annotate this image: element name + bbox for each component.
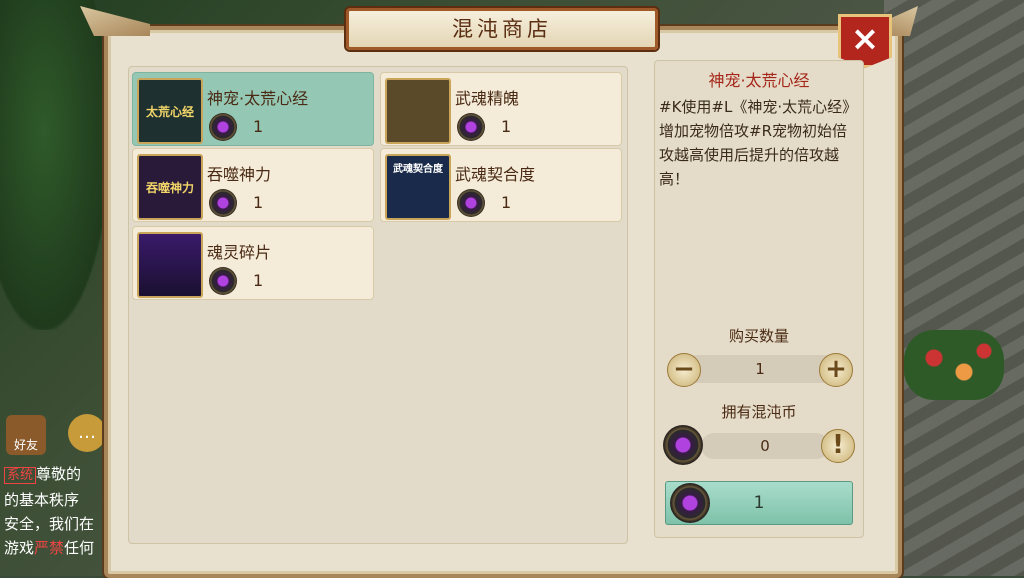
item-thumb-text (387, 80, 449, 142)
item-price: 1 (501, 193, 512, 212)
chat-icon[interactable]: … (68, 414, 106, 452)
quantity-value[interactable]: 1 (683, 355, 837, 383)
shop-item[interactable]: 武魂契合度 武魂契合度 1 (380, 148, 622, 222)
buy-button[interactable]: 1 (665, 481, 853, 525)
shop-title: 混沌商店 (346, 8, 658, 50)
item-thumbnail: 吞噬神力 (137, 154, 203, 220)
item-thumbnail: 武魂契合度 (385, 154, 451, 220)
item-name: 神宠·太荒心经 (207, 89, 309, 108)
owned-currency-value: 0 (701, 433, 829, 459)
chat-line-2: 的基本秩序 (4, 491, 80, 509)
friends-button[interactable]: 好友 (6, 415, 46, 455)
item-name: 吞噬神力 (207, 165, 272, 184)
item-thumb-text (139, 234, 201, 296)
friends-label: 好友 (13, 438, 38, 452)
buy-price: 1 (753, 493, 765, 513)
roof-decoration (884, 0, 1024, 576)
item-name: 魂灵碎片 (207, 243, 272, 262)
owned-currency-label: 拥有混沌币 (721, 403, 797, 421)
minus-button[interactable]: − (667, 353, 701, 387)
system-tag: 系统 (4, 467, 37, 484)
item-price: 1 (501, 117, 512, 136)
chat-line-4c: 任何 (64, 539, 95, 557)
chaos-coin-icon (457, 189, 485, 217)
chat-line-3: 安全，我们在 (4, 515, 95, 533)
shop-item[interactable]: 太荒心经 神宠·太荒心经 1 (132, 72, 374, 146)
shop-item[interactable]: 武魂精魄 1 (380, 72, 622, 146)
shop-item[interactable]: 魂灵碎片 1 (132, 226, 374, 300)
chaos-coin-icon (209, 189, 237, 217)
item-thumbnail: 太荒心经 (137, 78, 203, 144)
chat-line-4b: 严禁 (34, 539, 65, 557)
item-name: 武魂契合度 (455, 165, 536, 184)
chat-line-4a: 游戏 (4, 539, 35, 557)
plus-button[interactable]: + (819, 353, 853, 387)
detail-title: 神宠·太荒心经 (708, 71, 810, 90)
item-price: 1 (253, 271, 264, 290)
item-price: 1 (253, 193, 264, 212)
item-thumb-text: 太荒心经 (145, 104, 194, 119)
chaos-coin-icon (209, 267, 237, 295)
owned-currency-row: 0 ! (663, 425, 855, 465)
chat-log: 系统 尊敬的 的基本秩序 安全，我们在 游戏严禁任何 (4, 462, 114, 560)
info-button[interactable]: ! (821, 429, 855, 463)
chaos-coin-icon (457, 113, 485, 141)
quantity-stepper: 1 − + (667, 353, 853, 387)
quantity-label: 购买数量 (728, 327, 789, 345)
item-thumb-text: 吞噬神力 (145, 180, 194, 195)
flowers-decoration (904, 330, 1004, 400)
item-thumb-text: 武魂契合度 (393, 164, 443, 175)
chat-line-1: 尊敬的 (36, 465, 82, 483)
chaos-coin-icon (663, 425, 703, 465)
item-thumbnail (385, 78, 451, 144)
detail-description: #K使用#L《神宠·太荒心经》增加宠物倍攻#R宠物初始倍攻越高使用后提升的倍攻越… (659, 98, 858, 188)
tree-decoration (0, 0, 110, 330)
item-detail-panel: 神宠·太荒心经 #K使用#L《神宠·太荒心经》增加宠物倍攻#R宠物初始倍攻越高使… (654, 60, 864, 538)
chaos-coin-icon (209, 113, 237, 141)
shop-item[interactable]: 吞噬神力 吞噬神力 1 (132, 148, 374, 222)
item-price: 1 (253, 117, 264, 136)
item-thumbnail (137, 232, 203, 298)
item-name: 武魂精魄 (455, 89, 520, 108)
